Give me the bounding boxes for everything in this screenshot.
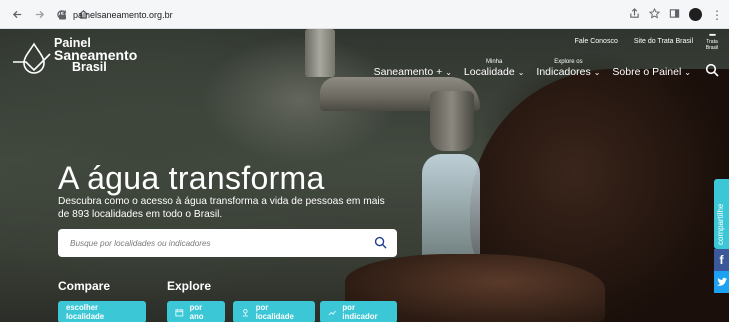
sidepanel-icon[interactable] bbox=[669, 8, 680, 22]
profile-avatar[interactable] bbox=[689, 8, 702, 21]
twitter-share-icon[interactable] bbox=[714, 271, 729, 293]
address-bar[interactable]: painelsaneamento.org.br bbox=[58, 5, 658, 24]
back-icon[interactable] bbox=[8, 5, 26, 23]
bookmark-star-icon[interactable] bbox=[648, 7, 661, 22]
share-label-text: compartilhe bbox=[716, 203, 725, 245]
compare-heading: Compare bbox=[58, 279, 111, 293]
nav-minha-localidade-small: Minha bbox=[485, 59, 503, 65]
search-input[interactable] bbox=[70, 238, 360, 248]
url-text: painelsaneamento.org.br bbox=[73, 9, 173, 20]
hero-title: A água transforma bbox=[58, 160, 325, 196]
logo-line-3: Brasil bbox=[72, 60, 107, 74]
nav-saneamento[interactable]: Saneamento + ⌄ bbox=[374, 66, 452, 78]
explore-by-year-button[interactable]: por ano bbox=[167, 301, 225, 322]
nav-indicadores-label: Indicadores bbox=[536, 66, 591, 78]
nav-minha-localidade[interactable]: Minha Localidade ⌄ bbox=[464, 59, 525, 78]
nav-saneamento-label: Saneamento + bbox=[373, 66, 443, 78]
chevron-down-icon: ⌄ bbox=[684, 68, 691, 77]
nav-search-icon[interactable] bbox=[705, 63, 719, 77]
water-drop-logo-icon bbox=[13, 42, 51, 74]
site-logo[interactable]: Painel Saneamento Brasil bbox=[12, 37, 142, 82]
search-bar bbox=[58, 229, 397, 257]
nav-indicadores[interactable]: Explore os Indicadores ⌄ bbox=[536, 59, 600, 78]
more-menu-icon[interactable]: ⋮ bbox=[711, 8, 723, 22]
share-label: compartilhe bbox=[714, 179, 729, 249]
chevron-down-icon: ⌄ bbox=[445, 68, 452, 77]
choose-location-button[interactable]: escolher localidade bbox=[58, 301, 146, 322]
location-icon bbox=[242, 308, 248, 316]
faucet-spout-image bbox=[430, 91, 474, 151]
share-page-icon[interactable] bbox=[629, 7, 640, 22]
nav-sobre-label: Sobre o Painel bbox=[612, 66, 682, 78]
hero-banner: Painel Saneamento Brasil Fale Conosco Si… bbox=[0, 29, 729, 322]
explore-by-indicator-label: por indicador bbox=[342, 303, 378, 321]
browser-toolbar: painelsaneamento.org.br ⋮ bbox=[0, 0, 729, 29]
chevron-down-icon: ⌄ bbox=[593, 68, 601, 77]
chevron-down-icon: ⌄ bbox=[517, 68, 525, 77]
nav-minha-localidade-label: Localidade bbox=[463, 66, 515, 78]
contact-link[interactable]: Fale Conosco bbox=[575, 38, 618, 45]
nav-sobre-o-painel[interactable]: Sobre o Painel ⌄ bbox=[612, 66, 691, 78]
explore-by-year-label: por ano bbox=[189, 303, 204, 321]
choose-location-label: escolher localidade bbox=[66, 303, 105, 321]
explore-by-location-button[interactable]: por localidade bbox=[233, 301, 315, 322]
forward-icon[interactable] bbox=[30, 5, 48, 23]
calendar-icon bbox=[175, 308, 184, 316]
facebook-share-icon[interactable]: f bbox=[714, 249, 729, 271]
trata-brasil-logo-text: Trata Brasil bbox=[705, 39, 719, 51]
main-navigation: Saneamento + ⌄ Minha Localidade ⌄ Explore … bbox=[374, 59, 719, 78]
search-icon[interactable] bbox=[374, 236, 387, 249]
trata-brasil-site-link[interactable]: Site do Trata Brasil bbox=[634, 38, 693, 45]
lock-icon bbox=[58, 10, 67, 20]
trend-icon bbox=[328, 310, 336, 315]
explore-by-indicator-button[interactable]: por indicador bbox=[320, 301, 397, 322]
nav-indicadores-small: Explore os bbox=[554, 59, 583, 65]
faucet-image bbox=[305, 29, 335, 77]
share-widget: compartilhe f bbox=[714, 179, 729, 309]
explore-by-location-label: por localidade bbox=[255, 303, 294, 321]
trata-brasil-logo[interactable]: ▪▪▪▪ Trata Brasil bbox=[701, 32, 723, 51]
hero-subtitle: Descubra como o acesso à água transforma… bbox=[58, 196, 385, 220]
explore-heading: Explore bbox=[167, 279, 212, 293]
